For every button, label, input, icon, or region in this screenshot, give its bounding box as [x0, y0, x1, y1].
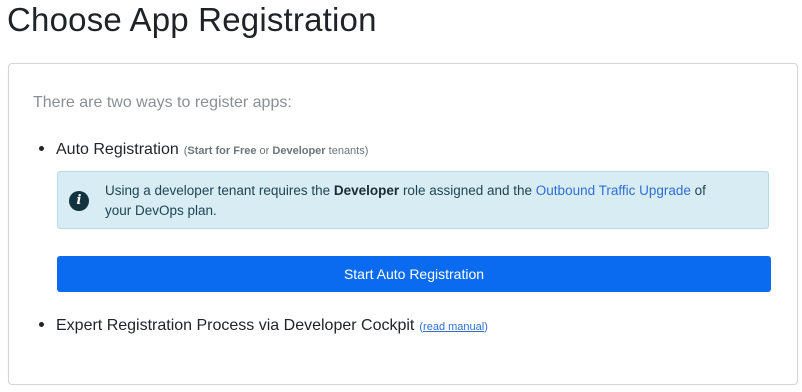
info-developer-role: Developer	[333, 183, 400, 198]
hint-end: tenants)	[325, 145, 369, 157]
info-text: Using a developer tenant requires the De…	[105, 181, 725, 221]
hint-start-for-free: Start for Free	[187, 145, 257, 157]
expert-registration-label: Expert Registration Process via Develope…	[56, 317, 415, 334]
start-auto-registration-button[interactable]: Start Auto Registration	[57, 256, 771, 292]
auto-registration-label: Auto Registration	[56, 141, 179, 158]
intro-text: There are two ways to register apps:	[33, 94, 292, 111]
outbound-traffic-upgrade-link[interactable]: Outbound Traffic Upgrade	[536, 183, 691, 198]
paren-close: )	[484, 321, 488, 333]
bullet-icon	[39, 146, 44, 151]
auto-registration-option: Auto Registration (Start for Free or Dev…	[39, 141, 368, 159]
info-circle-icon: i	[69, 191, 89, 211]
info-text-1: Using a developer tenant requires the	[105, 183, 334, 198]
info-text-2: role assigned and the	[399, 183, 536, 198]
registration-card: There are two ways to register apps: Aut…	[8, 63, 798, 385]
expert-registration-option: Expert Registration Process via Develope…	[39, 317, 488, 335]
page-title: Choose App Registration	[7, 1, 377, 38]
developer-info-alert: i Using a developer tenant requires the …	[57, 171, 769, 229]
hint-or: or	[256, 145, 273, 157]
bullet-icon	[39, 322, 44, 327]
read-manual-link[interactable]: read manual	[423, 321, 484, 333]
auto-registration-hint: (Start for Free or Developer tenants)	[184, 145, 369, 157]
hint-developer: Developer	[272, 145, 326, 157]
page: Choose App Registration There are two wa…	[0, 0, 802, 392]
